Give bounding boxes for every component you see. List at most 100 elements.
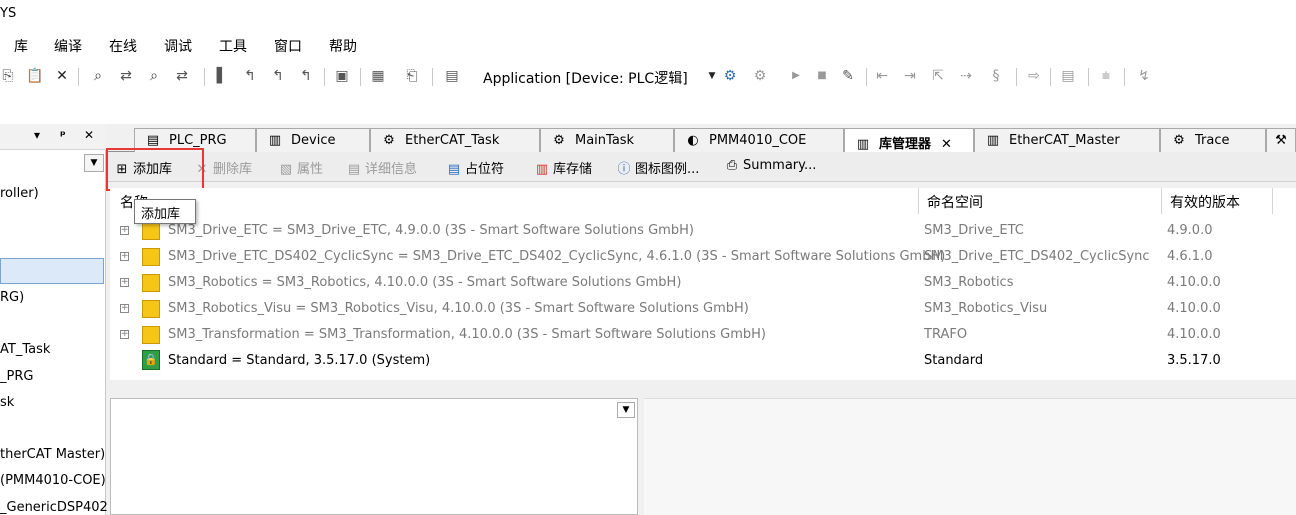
table-row[interactable]: + SM3_Drive_ETC_DS402_CyclicSync = SM3_D… bbox=[110, 244, 1296, 270]
icon-legend-button[interactable]: ⓘ 图标图例... bbox=[616, 158, 699, 177]
tree-item[interactable]: AT_Task bbox=[0, 342, 50, 357]
close-icon[interactable]: ✕ bbox=[941, 137, 952, 152]
library-namespace: SM3_Robotics_Visu bbox=[924, 301, 1048, 316]
tab-device[interactable]: ▥ Device bbox=[256, 128, 370, 152]
tab-overflow[interactable]: ⚒ bbox=[1266, 128, 1296, 152]
paste-icon[interactable]: 📋 bbox=[26, 68, 43, 84]
library-repository-label: 库存储 bbox=[553, 162, 593, 177]
library-icon: ▥ bbox=[856, 137, 870, 152]
close-icon[interactable]: ✕ bbox=[84, 128, 94, 142]
table-row[interactable]: + SM3_Robotics = SM3_Robotics, 4.10.0.0 … bbox=[110, 270, 1296, 296]
menu-tools[interactable]: 工具 bbox=[219, 36, 247, 56]
table-row[interactable]: + SM3_Robotics_Visu = SM3_Robotics_Visu,… bbox=[110, 296, 1296, 322]
active-application-combo[interactable]: Application [Device: PLC逻辑] bbox=[478, 65, 718, 89]
table-row[interactable]: 🔒 Standard = Standard, 3.5.17.0 (System)… bbox=[110, 348, 1296, 374]
library-icon: ▥ bbox=[535, 162, 549, 177]
expand-icon[interactable]: + bbox=[120, 278, 129, 287]
delete-icon[interactable]: ✕ bbox=[54, 68, 70, 84]
tab-label: 库管理器 bbox=[879, 137, 932, 152]
tree-item-selected[interactable] bbox=[0, 258, 104, 284]
library-icon bbox=[142, 248, 160, 266]
stop-icon[interactable]: ■ bbox=[814, 68, 830, 84]
details-button[interactable]: ▤ 详细信息 bbox=[346, 158, 417, 177]
bookmark-next-icon[interactable]: ↰ bbox=[242, 68, 258, 84]
placeholder-button[interactable]: ▤ 占位符 bbox=[446, 158, 504, 177]
expand-icon[interactable]: + bbox=[120, 252, 129, 261]
tab-ethercat-task[interactable]: ⚙ EtherCAT_Task bbox=[370, 128, 540, 152]
library-namespace: TRAFO bbox=[924, 327, 968, 342]
run-to-cursor-icon[interactable]: ⇢ bbox=[958, 68, 974, 84]
column-separator[interactable] bbox=[1161, 188, 1162, 214]
step-into-icon[interactable]: ⇥ bbox=[902, 68, 918, 84]
tab-label: MainTask bbox=[575, 133, 635, 148]
unforce-icon[interactable]: ↯ bbox=[1136, 68, 1152, 84]
tree-item[interactable]: _GenericDSP402 ( bbox=[0, 500, 117, 515]
tree-item[interactable]: sk bbox=[0, 395, 14, 410]
tree-item[interactable]: roller) bbox=[0, 186, 39, 201]
calendar-icon[interactable]: ▤ bbox=[444, 68, 460, 84]
menu-library[interactable]: 库 bbox=[14, 36, 28, 56]
details-icon: ▤ bbox=[347, 162, 361, 177]
column-header-effective-version[interactable]: 有效的版本 bbox=[1170, 192, 1240, 212]
tree-item[interactable]: RG) bbox=[0, 290, 24, 305]
properties-button[interactable]: ▧ 属性 bbox=[278, 158, 323, 177]
tab-trace[interactable]: ⚙ Trace bbox=[1160, 128, 1266, 152]
tab-library-manager[interactable]: ▥ 库管理器 ✕ bbox=[844, 128, 974, 153]
menu-debug[interactable]: 调试 bbox=[164, 36, 192, 56]
table-row[interactable]: + SM3_Transformation = SM3_Transformatio… bbox=[110, 322, 1296, 348]
chevron-down-icon[interactable]: ▼ bbox=[84, 154, 104, 172]
new-object-icon[interactable]: ⎗ bbox=[404, 68, 420, 84]
tab-ethercat-master[interactable]: ▥ EtherCAT_Master bbox=[974, 128, 1160, 152]
start-icon[interactable]: ▶ bbox=[788, 68, 804, 84]
bookmark-clear-icon[interactable]: ↰ bbox=[298, 68, 314, 84]
chevron-down-icon[interactable]: ▼ bbox=[704, 68, 720, 84]
toolbar-separator bbox=[1088, 68, 1089, 86]
bookmark-prev-icon[interactable]: ↰ bbox=[270, 68, 286, 84]
logout-icon[interactable]: ⚙ bbox=[752, 68, 768, 84]
menu-build[interactable]: 编译 bbox=[54, 36, 82, 56]
step-over-icon[interactable]: ⇤ bbox=[874, 68, 890, 84]
login-icon[interactable]: ⚙ bbox=[722, 68, 738, 84]
expand-icon[interactable]: + bbox=[120, 330, 129, 339]
chevron-down-icon[interactable]: ▼ bbox=[617, 402, 635, 418]
copy-icon[interactable]: ⎘ bbox=[0, 68, 16, 84]
toolbar-separator bbox=[1016, 68, 1017, 86]
library-repository-button[interactable]: ▥ 库存储 bbox=[534, 158, 592, 177]
find-next-icon[interactable]: ⌕ bbox=[146, 68, 162, 84]
grid-icon[interactable]: ▦ bbox=[370, 68, 386, 84]
tree-item[interactable]: _PRG bbox=[0, 369, 33, 384]
tab-pmm4010-coe[interactable]: ◐ PMM4010_COE bbox=[674, 128, 844, 152]
placeholder-icon: ▤ bbox=[447, 162, 461, 177]
write-values-icon[interactable]: ▤ bbox=[1060, 68, 1076, 84]
toolbar-separator bbox=[78, 68, 79, 86]
show-next-statement-icon[interactable]: ⇨ bbox=[1026, 68, 1042, 84]
expand-icon[interactable]: + bbox=[120, 226, 129, 235]
column-separator[interactable] bbox=[1272, 188, 1273, 214]
reset-icon[interactable]: ✎ bbox=[840, 68, 856, 84]
summary-button[interactable]: ⎙ Summary... bbox=[724, 158, 817, 173]
replace-icon[interactable]: ⇄ bbox=[118, 68, 134, 84]
pin-icon[interactable]: ᵖ bbox=[60, 128, 66, 142]
column-header-namespace[interactable]: 命名空间 bbox=[927, 192, 983, 212]
panel-menu-icon[interactable]: ▾ bbox=[34, 128, 40, 142]
column-separator[interactable] bbox=[918, 188, 919, 214]
expand-icon[interactable]: + bbox=[120, 304, 129, 313]
force-values-icon[interactable]: ⩧ bbox=[1098, 68, 1114, 84]
find-icon[interactable]: ⌕ bbox=[90, 68, 106, 84]
menu-online[interactable]: 在线 bbox=[109, 36, 137, 56]
tree-item[interactable]: (PMM4010-COE) bbox=[0, 473, 106, 488]
tree-item[interactable]: therCAT Master) bbox=[0, 447, 105, 462]
step-out-icon[interactable]: ⇱ bbox=[930, 68, 946, 84]
library-namespace: SM3_Drive_ETC_DS402_CyclicSync bbox=[924, 249, 1150, 264]
menu-help[interactable]: 帮助 bbox=[329, 36, 357, 56]
library-version: 4.10.0.0 bbox=[1167, 327, 1221, 342]
library-details-pane bbox=[644, 398, 1296, 515]
find-prev-icon[interactable]: ⇄ bbox=[174, 68, 190, 84]
bookmark-icon[interactable]: ▌ bbox=[214, 68, 230, 84]
menu-window[interactable]: 窗口 bbox=[274, 36, 302, 56]
breakpoint-icon[interactable]: § bbox=[988, 68, 1004, 84]
tab-maintask[interactable]: ⚙ MainTask bbox=[540, 128, 674, 152]
table-row[interactable]: + SM3_Drive_ETC = SM3_Drive_ETC, 4.9.0.0… bbox=[110, 218, 1296, 244]
toolbar-separator bbox=[360, 68, 361, 86]
clipboard-icon[interactable]: ▣ bbox=[334, 68, 350, 84]
